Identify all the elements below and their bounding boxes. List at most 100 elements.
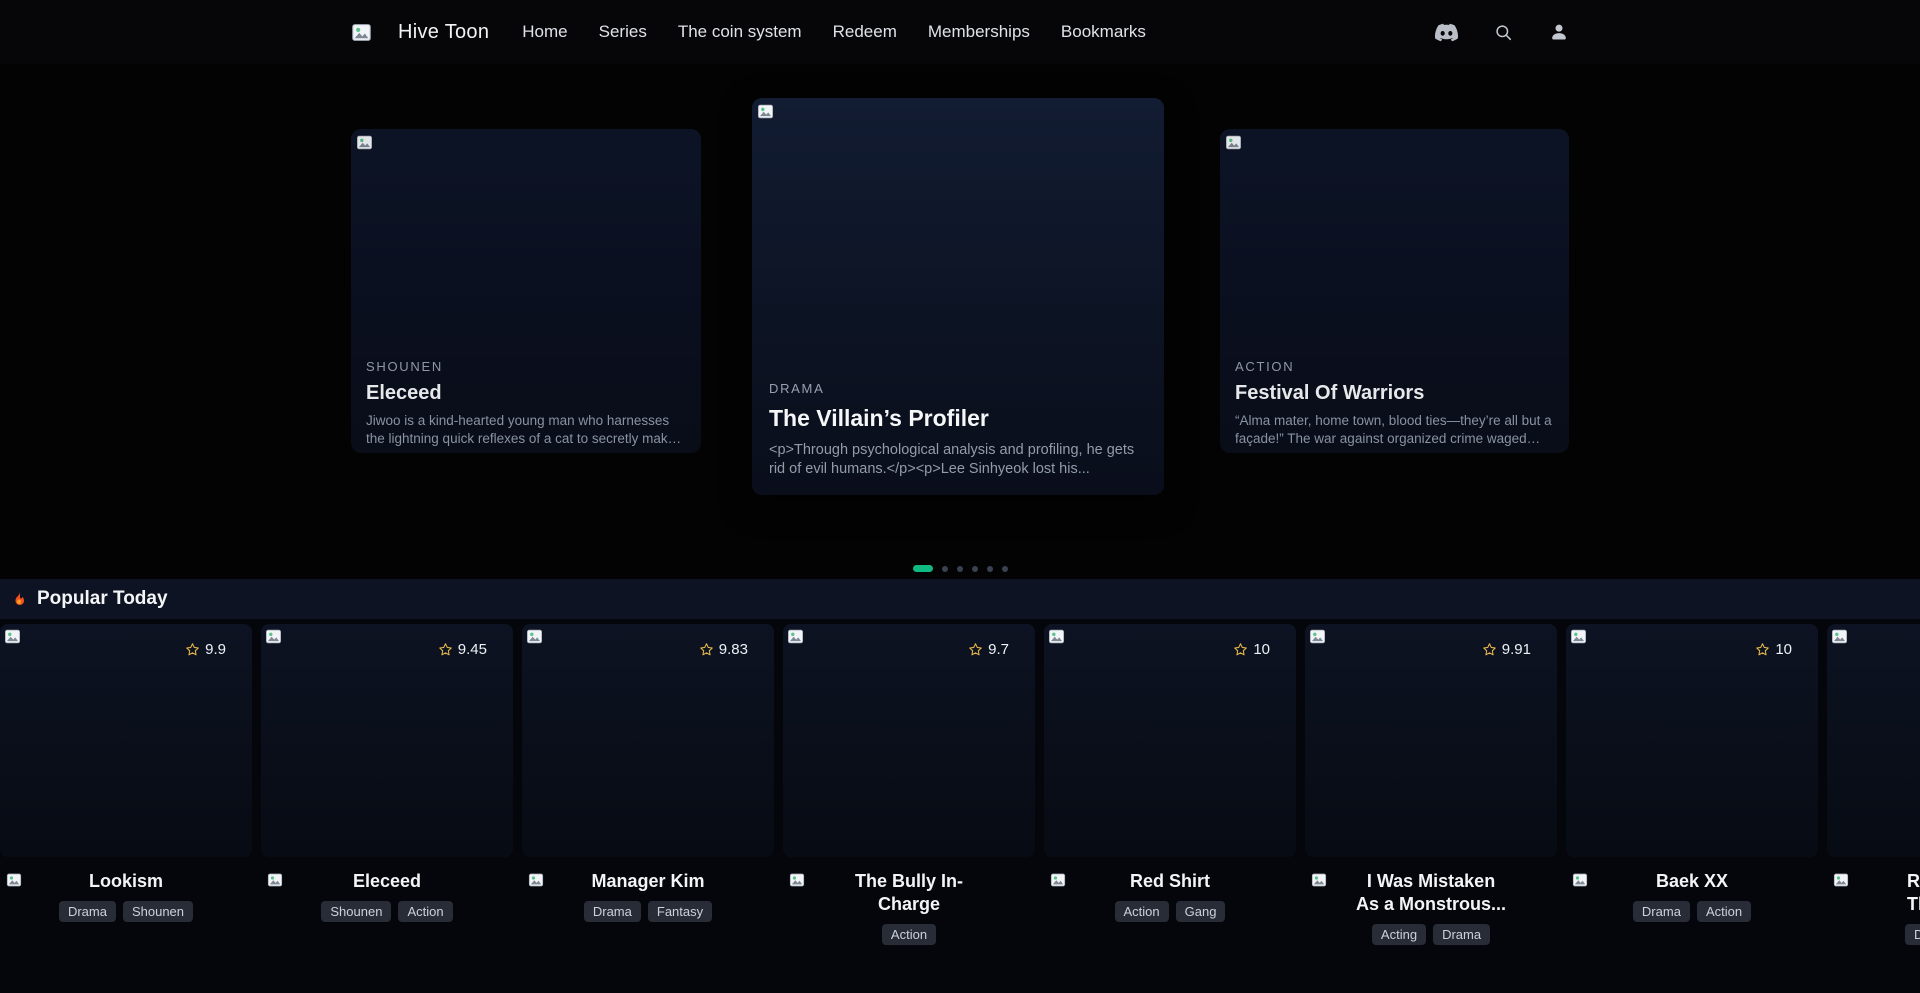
brand[interactable]: Hive Toon <box>351 21 489 44</box>
star-icon <box>1755 642 1770 657</box>
tag-list: D <box>1827 924 1920 945</box>
comic-card-manager-kim[interactable]: 9.83 Manager Kim Drama Fantasy <box>522 624 774 945</box>
hero-description: “Alma mater, home town, blood ties—they’… <box>1235 412 1554 448</box>
carousel-dot-5[interactable] <box>987 566 993 572</box>
genre-tag-action[interactable]: Action <box>398 901 452 922</box>
rating-value: 9.9 <box>205 641 226 658</box>
comic-card-info: Red Shirt Action Gang <box>1044 870 1296 922</box>
genre-tag-gang[interactable]: Gang <box>1176 901 1226 922</box>
broken-image-icon <box>4 628 21 645</box>
comic-cover[interactable]: 10 <box>1566 624 1818 857</box>
star-icon <box>1233 642 1248 657</box>
genre-tag-action[interactable]: Action <box>1115 901 1169 922</box>
broken-image-icon <box>267 872 283 888</box>
hero-slide-eleceed[interactable]: SHOUNEN Eleceed Jiwoo is a kind-hearted … <box>351 129 701 453</box>
flame-icon <box>10 590 28 608</box>
comic-card-r[interactable]: R Tl D <box>1827 624 1920 945</box>
user-icon <box>1549 22 1569 42</box>
comic-cover[interactable]: 9.9 <box>0 624 252 857</box>
hero-title: Festival Of Warriors <box>1235 382 1554 405</box>
broken-image-icon <box>1048 628 1065 645</box>
tag-list: Drama Action <box>1566 901 1818 922</box>
popular-cards-row: 9.9 Lookism Drama Shounen 9.45 Eleceed Sh… <box>0 624 1920 945</box>
popular-section: Popular Today 9.9 Lookism DramaShounen 9… <box>0 579 1920 945</box>
hero-description: <p>Through psychological analysis and pr… <box>769 441 1147 479</box>
navbar: Hive Toon Home Series The coin system Redee… <box>0 0 1920 64</box>
rating-badge: 9.91 <box>1482 641 1531 658</box>
genre-tag-acting[interactable]: Acting <box>1372 924 1426 945</box>
carousel-dot-3[interactable] <box>957 566 963 572</box>
genre-tag-action[interactable]: Action <box>882 924 936 945</box>
carousel-dots <box>0 565 1920 572</box>
nav-link-bookmarks[interactable]: Bookmarks <box>1061 22 1146 42</box>
genre-tag-fantasy[interactable]: Fantasy <box>648 901 712 922</box>
hero-carousel: SHOUNEN Eleceed Jiwoo is a kind-hearted … <box>351 64 1569 579</box>
hero-category: DRAMA <box>769 381 1147 396</box>
hero-slide-the-villain-s-profiler[interactable]: DRAMA The Villain’s Profiler <p>Through … <box>752 98 1164 495</box>
brand-name: Hive Toon <box>398 21 489 44</box>
comic-cover[interactable]: 9.91 <box>1305 624 1557 857</box>
comic-title[interactable]: Manager Kim <box>557 870 739 893</box>
comic-cover[interactable]: 9.7 <box>783 624 1035 857</box>
hero-category: SHOUNEN <box>366 359 686 374</box>
genre-tag-drama[interactable]: Drama <box>584 901 641 922</box>
comic-title[interactable]: Red Shirt <box>1079 870 1261 893</box>
comic-card-red-shirt[interactable]: 10 Red Shirt Action Gang <box>1044 624 1296 945</box>
rating-badge: 9.83 <box>699 641 748 658</box>
nav-link-memberships[interactable]: Memberships <box>928 22 1030 42</box>
comic-title[interactable]: I Was Mistaken As a Monstrous... <box>1340 870 1522 916</box>
rating-badge: 9.7 <box>968 641 1009 658</box>
comic-cover[interactable] <box>1827 624 1920 857</box>
search-button[interactable] <box>1494 23 1513 42</box>
hero-slide-festival-of-warriors[interactable]: ACTION Festival Of Warriors “Alma mater,… <box>1220 129 1569 453</box>
comic-card-info: R Tl D <box>1827 870 1920 945</box>
comic-card-the-bully-in[interactable]: 9.7 The Bully In- Charge Action <box>783 624 1035 945</box>
comic-card-info: Manager Kim Drama Fantasy <box>522 870 774 922</box>
nav-link-series[interactable]: Series <box>599 22 647 42</box>
tag-list: Action Gang <box>1044 901 1296 922</box>
rating-badge: 9.45 <box>438 641 487 658</box>
comic-cover[interactable]: 10 <box>1044 624 1296 857</box>
hero-section: SHOUNEN Eleceed Jiwoo is a kind-hearted … <box>0 64 1920 579</box>
comic-title[interactable]: The Bully In- Charge <box>818 870 1000 916</box>
tag-list: Shounen Action <box>261 901 513 922</box>
comic-card-eleceed[interactable]: 9.45 Eleceed Shounen Action <box>261 624 513 945</box>
comic-card-info: Eleceed Shounen Action <box>261 870 513 922</box>
account-button[interactable] <box>1549 22 1569 42</box>
comic-card-lookism[interactable]: 9.9 Lookism Drama Shounen <box>0 624 252 945</box>
genre-tag-drama[interactable]: Drama <box>1433 924 1490 945</box>
tag-list: Drama Fantasy <box>522 901 774 922</box>
nav-link-home[interactable]: Home <box>522 22 567 42</box>
nav-link-redeem[interactable]: Redeem <box>833 22 897 42</box>
star-icon <box>699 642 714 657</box>
comic-cover[interactable]: 9.83 <box>522 624 774 857</box>
broken-image-icon <box>1831 628 1848 645</box>
rating-value: 9.7 <box>988 641 1009 658</box>
discord-button[interactable] <box>1435 21 1458 44</box>
comic-cover[interactable]: 9.45 <box>261 624 513 857</box>
tag-list: Action <box>783 924 1035 945</box>
comic-title[interactable]: Baek XX <box>1601 870 1783 893</box>
genre-tag-drama[interactable]: Drama <box>1633 901 1690 922</box>
comic-card-baek-xx[interactable]: 10 Baek XX Drama Action <box>1566 624 1818 945</box>
nav-link-the-coin-system[interactable]: The coin system <box>678 22 802 42</box>
carousel-dot-4[interactable] <box>972 566 978 572</box>
genre-tag-action[interactable]: Action <box>1697 901 1751 922</box>
genre-tag-shounen[interactable]: Shounen <box>321 901 391 922</box>
comic-title[interactable]: Eleceed <box>296 870 478 893</box>
broken-image-icon <box>1833 872 1849 888</box>
star-icon <box>438 642 453 657</box>
genre-tag-d[interactable]: D <box>1905 924 1920 945</box>
genre-tag-shounen[interactable]: Shounen <box>123 901 193 922</box>
genre-tag-drama[interactable]: Drama <box>59 901 116 922</box>
carousel-dot-1[interactable] <box>913 565 933 572</box>
navbar-container: Hive Toon Home Series The coin system Redee… <box>351 21 1569 44</box>
comic-card-i-was-mistaken[interactable]: 9.91 I Was Mistaken As a Monstrous... Ac… <box>1305 624 1557 945</box>
carousel-dot-6[interactable] <box>1002 566 1008 572</box>
comic-card-info: Lookism Drama Shounen <box>0 870 252 922</box>
brand-logo-broken-image-icon <box>351 22 372 43</box>
rating-value: 9.91 <box>1502 641 1531 658</box>
carousel-dot-2[interactable] <box>942 566 948 572</box>
broken-image-icon <box>1225 134 1242 151</box>
comic-title[interactable]: Lookism <box>35 870 217 893</box>
